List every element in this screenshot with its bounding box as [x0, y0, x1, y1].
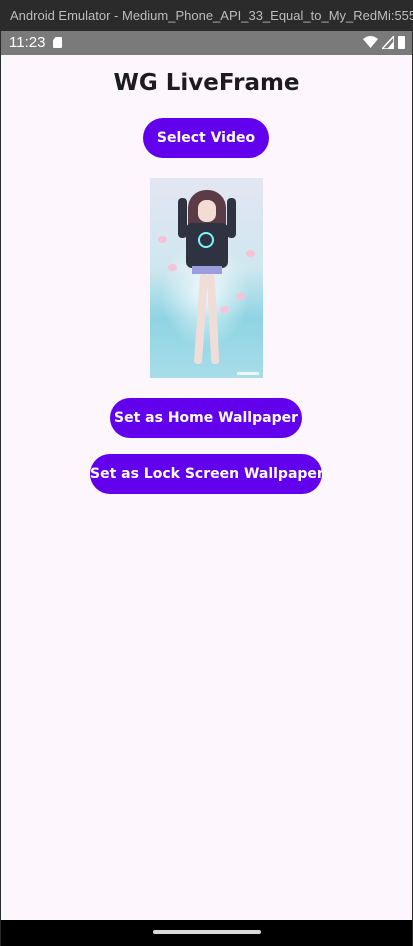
signal-icon [382, 36, 394, 49]
sd-card-icon [53, 37, 62, 48]
emulator-window: Android Emulator - Medium_Phone_API_33_E… [0, 0, 413, 946]
wifi-icon [363, 36, 378, 48]
app-title: WG LiveFrame [113, 70, 300, 96]
status-icons [363, 36, 405, 49]
video-preview-image [150, 178, 263, 378]
window-title: Android Emulator - Medium_Phone_API_33_E… [0, 0, 413, 31]
set-lock-wallpaper-button[interactable]: Set as Lock Screen Wallpaper [90, 454, 324, 494]
navigation-bar [1, 920, 412, 946]
status-time: 11:23 [9, 34, 46, 51]
home-gesture-handle[interactable] [153, 930, 261, 934]
set-home-wallpaper-button[interactable]: Set as Home Wallpaper [110, 398, 302, 438]
status-bar: 11:23 [1, 31, 412, 55]
select-video-button[interactable]: Select Video [143, 118, 269, 158]
battery-icon [398, 36, 405, 49]
phone-screen: 11:23 WG LiveFrame Select Video Set as H… [1, 31, 412, 946]
